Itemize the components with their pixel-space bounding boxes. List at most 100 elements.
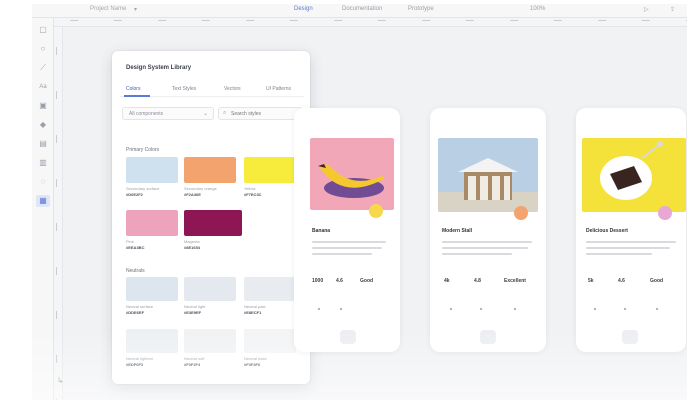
component-tool-icon[interactable]: ◆ [36,119,50,131]
card-image [438,138,538,212]
share-icon[interactable]: ⇪ [670,6,675,13]
tab-text-styles[interactable]: Text Styles [172,86,196,92]
dessert-image [600,141,663,200]
tool-rail: ▢ ○ ⟋ Aa ▣ ◆ ▤ ▥ ◌ ▦ [32,18,54,400]
card-image [310,138,394,210]
text-line [442,253,512,255]
ruler-tick [378,20,386,21]
library-search: ⌕ [218,107,302,120]
stat-dot [594,308,596,310]
swatch-caption: Secondary surface [126,186,160,191]
color-swatch[interactable] [126,157,178,183]
tab-design[interactable]: Design [294,6,313,12]
card-action-button[interactable] [622,330,638,344]
stat-dot [480,308,482,310]
swatch-code: #F0F2F4 [184,362,201,367]
card-badge [658,206,672,220]
color-swatch[interactable] [244,329,296,353]
ruler-tick [290,20,298,21]
text-tool-icon[interactable]: Aa [36,81,50,93]
stall-image [438,158,538,212]
top-toolbar: Project Name ▾ Design Documentation Prot… [32,4,687,18]
card-action-button[interactable] [340,330,356,344]
text-line [312,253,372,255]
color-swatch[interactable] [184,157,236,183]
banana-image [318,164,384,198]
stat-dot [656,308,658,310]
phone-card-banana[interactable]: Banana 1000 4.6 Good [294,108,400,352]
ruler-tick [56,135,57,143]
comment-tool-icon[interactable]: ◌ [36,176,50,188]
left-ruler [54,27,63,400]
component-filter-select[interactable]: All components ⌄ [122,107,214,120]
ruler-tick [642,20,650,21]
color-swatch[interactable] [184,329,236,353]
left-margin [0,0,32,403]
design-app-window: Project Name ▾ Design Documentation Prot… [32,4,687,400]
text-line [442,241,532,243]
color-swatch[interactable] [126,277,178,301]
text-line [312,247,382,249]
ruler-tick [202,20,210,21]
card-stat: 4k [444,278,450,284]
swatch-code: #8E1654 [184,245,201,250]
file-menu-caret-icon[interactable]: ▾ [134,6,137,13]
image-tool-icon[interactable]: ▣ [36,100,50,112]
ruler-tick [56,179,57,187]
tab-colors[interactable]: Colors [126,86,140,92]
phone-card-dessert[interactable]: Delicious Dessert 5k 4.6 Good [576,108,686,352]
card-stat: Good [650,278,664,284]
phone-card-stall[interactable]: Modern Stall 4k 4.8 Excellent [430,108,546,352]
color-swatch[interactable] [244,277,296,301]
panel-title: Design System Library [126,65,192,71]
card-badge [369,204,383,218]
tab-ui-patterns[interactable]: UI Patterns [266,86,291,92]
ruler-tick [158,20,166,21]
screen: Project Name ▾ Design Documentation Prot… [0,0,700,403]
pen-tool-icon[interactable]: ⟋ [36,62,50,74]
text-line [442,247,528,249]
ruler-tick [70,20,78,21]
layers-tool-icon[interactable]: ▥ [36,157,50,169]
grid-tool-icon[interactable]: ▤ [36,138,50,150]
ruler-tick [466,20,474,21]
ruler-tick [56,311,57,319]
primary-colors-label: Primary Colors [126,147,160,153]
swatch-caption: Secondary orange [184,186,217,191]
tab-vectors[interactable]: Vectors [224,86,241,92]
help-icon[interactable]: ↳ [57,376,64,385]
chevron-down-icon: ⌄ [202,111,208,117]
color-swatch[interactable] [184,277,236,301]
ruler-tick [56,91,57,99]
file-title[interactable]: Project Name [90,6,126,12]
ruler-tick [56,47,57,55]
zoom-level[interactable]: 100% [530,6,545,12]
swatch-code: #F3F4F6 [244,362,261,367]
text-line [586,247,670,249]
filter-value: All components [129,111,164,117]
ellipse-tool-icon[interactable]: ○ [36,43,50,55]
library-tool-icon[interactable]: ▦ [36,195,50,207]
stat-dot [318,308,320,310]
color-swatch[interactable] [126,210,178,236]
ruler-tick [56,399,57,400]
card-stat: 5k [588,278,594,284]
card-stat: Good [360,278,374,284]
tab-documentation[interactable]: Documentation [342,6,382,12]
ruler-tick [56,355,57,363]
color-swatch[interactable] [126,329,178,353]
search-input[interactable] [231,110,299,118]
select-tool-icon[interactable]: ▢ [36,24,50,36]
swatch-caption: Neutral pale [244,304,266,309]
active-tab-indicator [124,95,150,97]
card-title: Modern Stall [442,228,473,234]
card-action-button[interactable] [480,330,496,344]
play-icon[interactable]: ▷ [644,6,649,13]
card-stat: Excellent [504,278,526,284]
card-title: Delicious Dessert [586,228,628,234]
swatch-code: #E3E9EF [184,310,202,315]
ruler-tick [510,20,518,21]
color-swatch[interactable] [244,157,296,183]
color-swatch[interactable] [184,210,242,236]
tab-prototype[interactable]: Prototype [408,6,434,12]
